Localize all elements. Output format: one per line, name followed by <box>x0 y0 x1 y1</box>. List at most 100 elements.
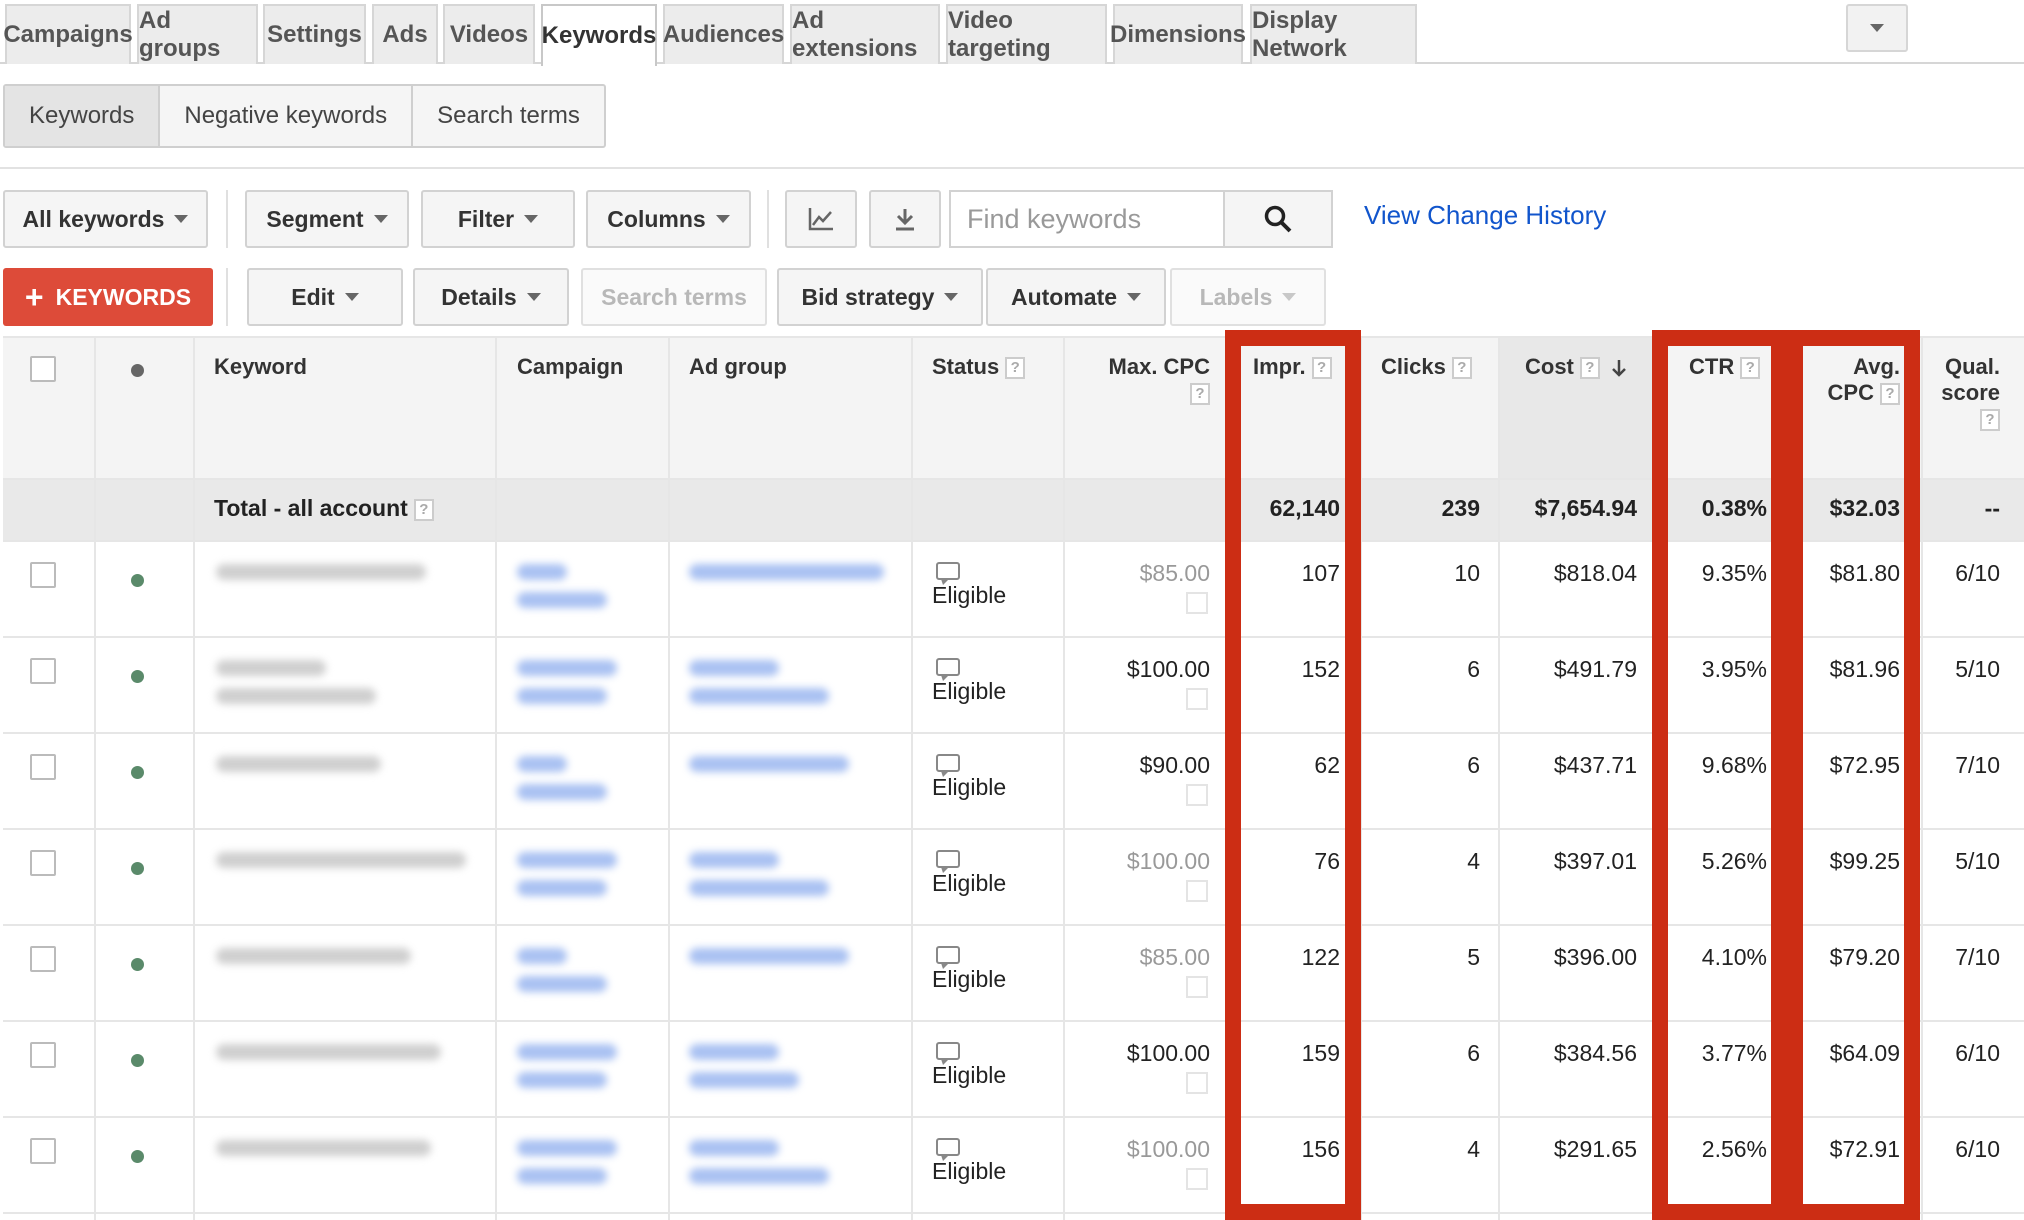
ad-group-link-redacted[interactable] <box>689 1072 799 1088</box>
ad-group-link-redacted[interactable] <box>689 1044 779 1060</box>
row-checkbox[interactable] <box>30 1042 56 1068</box>
keyword-text-redacted[interactable] <box>216 1044 441 1060</box>
subtab-search-terms[interactable]: Search terms <box>413 86 604 146</box>
edit-bid-checkbox[interactable] <box>1186 1168 1208 1190</box>
help-icon[interactable]: ? <box>1980 409 2000 432</box>
keyword-text-redacted[interactable] <box>216 852 466 868</box>
max-cpc-value[interactable]: $85.00 <box>1080 944 1210 971</box>
ad-group-link-redacted[interactable] <box>689 564 884 580</box>
max-cpc-value[interactable]: $90.00 <box>1080 752 1210 779</box>
edit-bid-checkbox[interactable] <box>1186 1072 1208 1094</box>
help-icon[interactable]: ? <box>1190 383 1210 406</box>
tab-campaigns[interactable]: Campaigns <box>3 4 133 64</box>
campaign-link-redacted[interactable] <box>517 948 567 964</box>
max-cpc-value[interactable]: $100.00 <box>1080 848 1210 875</box>
bid-strategy-dropdown[interactable]: Bid strategy <box>777 268 983 326</box>
max-cpc-value[interactable]: $85.00 <box>1080 560 1210 587</box>
row-checkbox[interactable] <box>30 946 56 972</box>
campaign-link-redacted[interactable] <box>517 1044 617 1060</box>
campaign-link-redacted[interactable] <box>517 592 607 608</box>
view-change-history-link[interactable]: View Change History <box>1364 200 1606 231</box>
edit-bid-checkbox[interactable] <box>1186 784 1208 806</box>
tab-ads[interactable]: Ads <box>372 4 438 64</box>
search-input[interactable]: Find keywords <box>949 190 1223 248</box>
keyword-text-redacted[interactable] <box>216 564 426 580</box>
campaign-link-redacted[interactable] <box>517 784 607 800</box>
ad-group-link-redacted[interactable] <box>689 688 829 704</box>
keyword-text-redacted[interactable] <box>216 1140 431 1156</box>
campaign-link-redacted[interactable] <box>517 756 567 772</box>
header-keyword[interactable]: Keyword <box>214 354 307 380</box>
comment-icon[interactable] <box>936 1042 960 1065</box>
tab-ad-extensions[interactable]: Ad extensions <box>790 4 940 64</box>
tab-video-targeting[interactable]: Video targeting <box>946 4 1107 64</box>
edit-bid-checkbox[interactable] <box>1186 688 1208 710</box>
edit-bid-checkbox[interactable] <box>1186 592 1208 614</box>
comment-icon[interactable] <box>936 658 960 681</box>
columns-dropdown[interactable]: Columns <box>586 190 751 248</box>
search-terms-button[interactable]: Search terms <box>581 268 767 326</box>
header-quality-score[interactable]: Qual. score? <box>1920 354 2000 432</box>
chart-toggle-button[interactable] <box>785 190 857 248</box>
segment-dropdown[interactable]: Segment <box>245 190 409 248</box>
campaign-link-redacted[interactable] <box>517 688 607 704</box>
campaign-link-redacted[interactable] <box>517 976 607 992</box>
edit-dropdown[interactable]: Edit <box>247 268 403 326</box>
comment-icon[interactable] <box>936 946 960 969</box>
keyword-text-redacted[interactable] <box>216 756 381 772</box>
row-checkbox[interactable] <box>30 1138 56 1164</box>
row-checkbox[interactable] <box>30 562 56 588</box>
details-dropdown[interactable]: Details <box>413 268 569 326</box>
max-cpc-value[interactable]: $100.00 <box>1080 656 1210 683</box>
campaign-link-redacted[interactable] <box>517 880 607 896</box>
ad-group-link-redacted[interactable] <box>689 756 849 772</box>
ad-group-link-redacted[interactable] <box>689 948 849 964</box>
all-keywords-dropdown[interactable]: All keywords <box>3 190 208 248</box>
comment-icon[interactable] <box>936 562 960 585</box>
header-max-cpc[interactable]: Max. CPC? <box>1080 354 1210 406</box>
ad-group-link-redacted[interactable] <box>689 1140 779 1156</box>
help-icon[interactable]: ? <box>1579 357 1600 380</box>
automate-dropdown[interactable]: Automate <box>986 268 1166 326</box>
subtab-keywords[interactable]: Keywords <box>5 86 161 146</box>
ad-group-link-redacted[interactable] <box>689 1168 829 1184</box>
header-status[interactable]: Status? <box>932 354 1026 380</box>
header-cost[interactable]: Cost? <box>1525 354 1628 380</box>
add-keywords-button[interactable]: + KEYWORDS <box>3 268 213 326</box>
more-tabs-button[interactable] <box>1846 4 1908 52</box>
help-icon[interactable]: ? <box>413 498 434 521</box>
tab-display-network[interactable]: Display Network <box>1250 4 1417 64</box>
comment-icon[interactable] <box>936 754 960 777</box>
row-checkbox[interactable] <box>30 754 56 780</box>
keyword-text-redacted[interactable] <box>216 948 411 964</box>
ad-group-link-redacted[interactable] <box>689 880 829 896</box>
keyword-text-redacted[interactable] <box>216 660 326 676</box>
max-cpc-value[interactable]: $100.00 <box>1080 1136 1210 1163</box>
tab-settings[interactable]: Settings <box>263 4 366 64</box>
comment-icon[interactable] <box>936 1138 960 1161</box>
campaign-link-redacted[interactable] <box>517 852 617 868</box>
header-clicks[interactable]: Clicks? <box>1381 354 1472 380</box>
edit-bid-checkbox[interactable] <box>1186 880 1208 902</box>
ad-group-link-redacted[interactable] <box>689 660 779 676</box>
tab-ad-groups[interactable]: Ad groups <box>137 4 258 64</box>
header-ad-group[interactable]: Ad group <box>689 354 787 380</box>
header-campaign[interactable]: Campaign <box>517 354 623 380</box>
edit-bid-checkbox[interactable] <box>1186 976 1208 998</box>
campaign-link-redacted[interactable] <box>517 1168 607 1184</box>
campaign-link-redacted[interactable] <box>517 660 617 676</box>
campaign-link-redacted[interactable] <box>517 1140 617 1156</box>
comment-icon[interactable] <box>936 850 960 873</box>
select-all-checkbox[interactable] <box>30 356 56 382</box>
tab-audiences[interactable]: Audiences <box>663 4 784 64</box>
tab-keywords[interactable]: Keywords <box>541 4 657 66</box>
help-icon[interactable]: ? <box>1005 357 1026 380</box>
row-checkbox[interactable] <box>30 850 56 876</box>
sort-descending-icon[interactable] <box>1610 358 1628 378</box>
keyword-text-redacted[interactable] <box>216 688 376 704</box>
search-button[interactable] <box>1223 190 1333 248</box>
ad-group-link-redacted[interactable] <box>689 852 779 868</box>
labels-dropdown[interactable]: Labels <box>1170 268 1326 326</box>
row-checkbox[interactable] <box>30 658 56 684</box>
tab-dimensions[interactable]: Dimensions <box>1110 4 1246 64</box>
